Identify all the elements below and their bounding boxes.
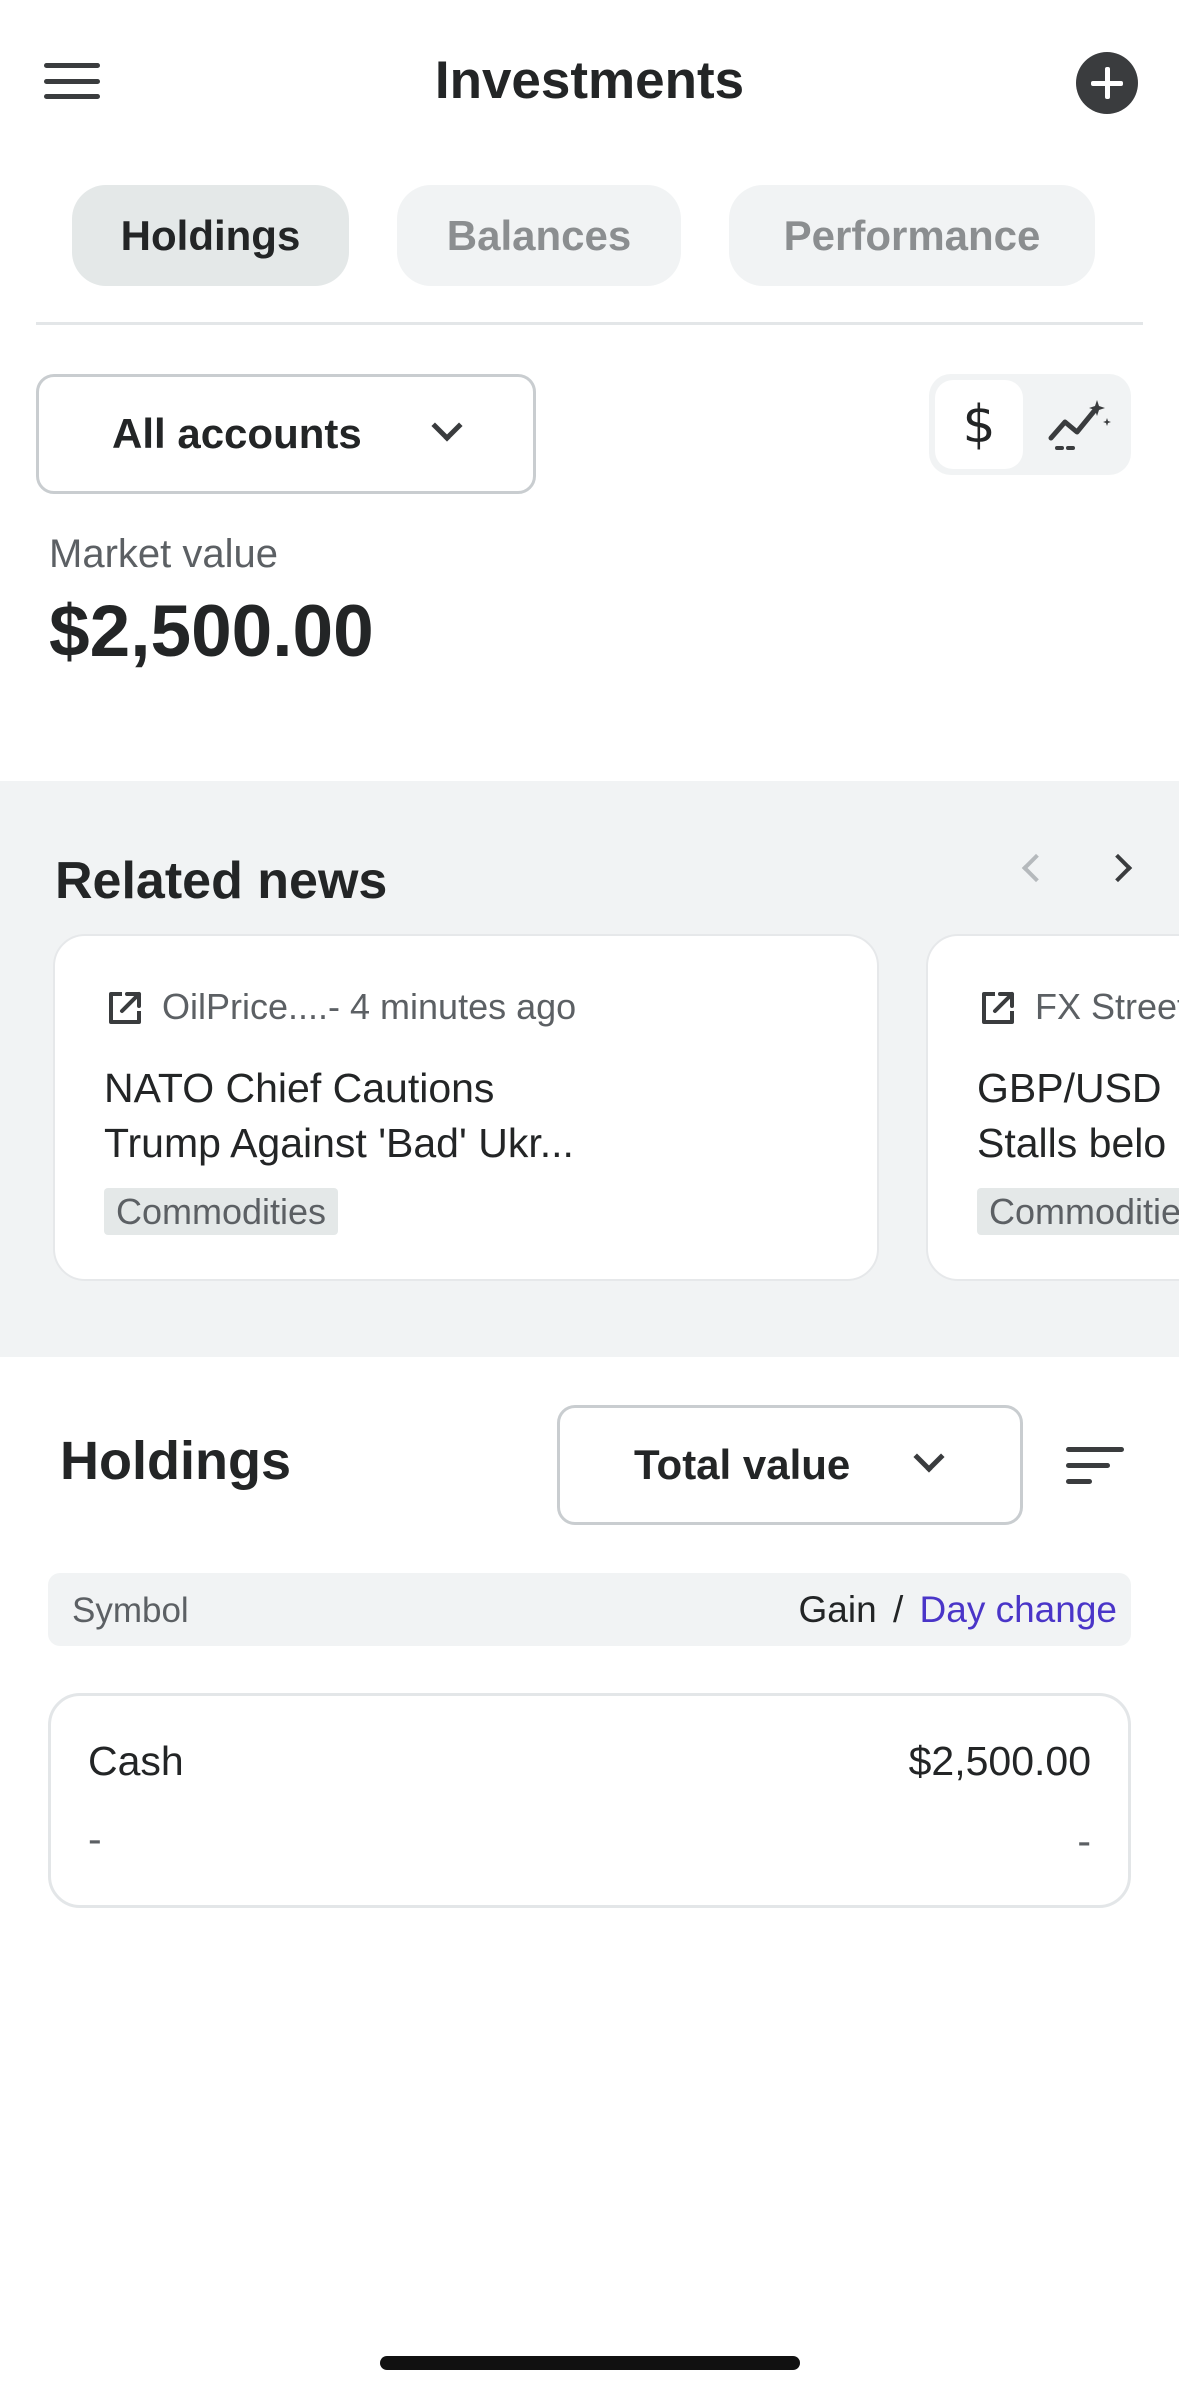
- news-card[interactable]: FX Street GBP/USD Stalls belo Commoditie…: [926, 934, 1179, 1281]
- app-header: Investments: [0, 0, 1179, 165]
- chevron-down-icon: [431, 410, 463, 442]
- tab-holdings[interactable]: Holdings: [72, 185, 349, 286]
- holding-row[interactable]: Cash $2,500.00 - -: [48, 1693, 1131, 1908]
- gain-daychange-header: Gain / Day change: [799, 1589, 1117, 1631]
- account-filter-label: All accounts: [112, 410, 362, 457]
- home-indicator[interactable]: [380, 2356, 800, 2370]
- sort-dropdown-label: Total value: [634, 1441, 851, 1488]
- news-headline: GBP/USD Stalls belo: [977, 1065, 1167, 1166]
- external-link-icon: [109, 992, 141, 1024]
- sort-order-icon[interactable]: [1066, 1445, 1124, 1485]
- related-news-section: Related news OilPrice....- 4 minutes ago…: [0, 781, 1179, 1357]
- news-source-time: OilPrice....- 4 minutes ago: [162, 986, 577, 1027]
- header-separator: /: [892, 1589, 904, 1630]
- value-view-toggle: $: [929, 374, 1131, 475]
- chevron-right-icon[interactable]: [1103, 853, 1133, 883]
- holdings-sort-dropdown[interactable]: Total value: [557, 1405, 1023, 1525]
- news-source-time: FX Street: [1035, 986, 1179, 1027]
- market-value-label: Market value: [49, 532, 278, 576]
- chevron-down-icon: [913, 1441, 945, 1473]
- market-value-amount: $2,500.00: [49, 591, 374, 672]
- news-category-tag: Commodities: [977, 1188, 1179, 1235]
- external-link-icon: [982, 992, 1014, 1024]
- news-card[interactable]: OilPrice....- 4 minutes ago NATO Chief C…: [53, 934, 879, 1281]
- holdings-section-title: Holdings: [60, 1431, 291, 1491]
- chevron-left-icon[interactable]: [1021, 853, 1051, 883]
- tab-performance[interactable]: Performance: [729, 185, 1095, 286]
- holding-name: Cash: [88, 1738, 184, 1784]
- gain-column-header[interactable]: Gain: [799, 1589, 877, 1630]
- account-filter-dropdown[interactable]: All accounts: [36, 374, 536, 494]
- add-button-plus-icon[interactable]: [1076, 52, 1138, 114]
- holding-value: $2,500.00: [908, 1738, 1091, 1784]
- tabs-divider: [36, 322, 1143, 325]
- sparkle-chart-icon[interactable]: [1033, 386, 1121, 463]
- tab-balances[interactable]: Balances: [397, 185, 681, 286]
- page-title: Investments: [434, 51, 745, 110]
- tab-bar: Holdings Balances Performance: [72, 185, 1095, 286]
- symbol-column-header: Symbol: [72, 1591, 189, 1630]
- holding-day-change: -: [1077, 1818, 1091, 1864]
- holdings-table-header: Symbol Gain / Day change: [48, 1573, 1131, 1646]
- holding-gain: -: [88, 1816, 102, 1862]
- dollar-toggle-button[interactable]: $: [935, 380, 1023, 469]
- news-category-tag: Commodities: [104, 1188, 339, 1235]
- day-change-column-header[interactable]: Day change: [920, 1589, 1117, 1630]
- related-news-title: Related news: [55, 852, 388, 910]
- news-headline: NATO Chief Cautions Trump Against 'Bad' …: [104, 1065, 574, 1166]
